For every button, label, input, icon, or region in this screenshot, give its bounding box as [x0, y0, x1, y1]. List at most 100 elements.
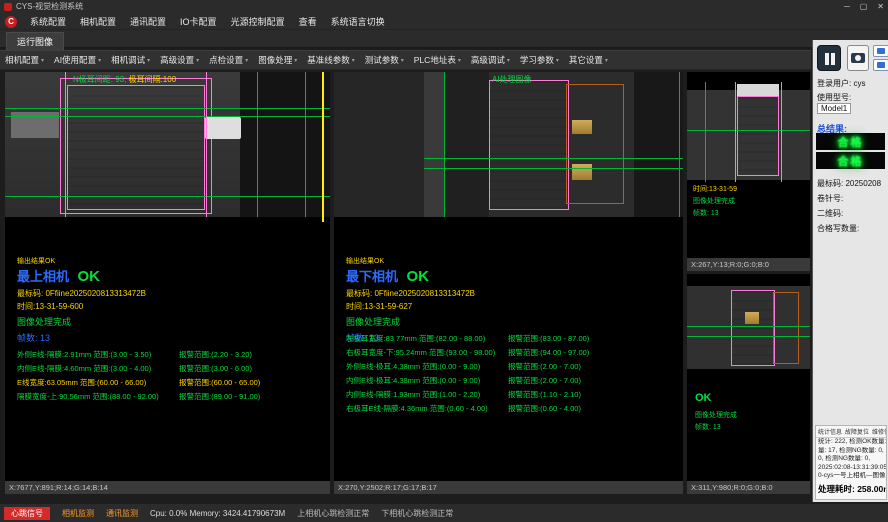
overlay-line — [705, 82, 706, 182]
time-text: 时间:13-31-59-627 — [346, 301, 475, 312]
toolbar-item[interactable]: 图像处理▾ — [253, 54, 302, 66]
pause-icon — [825, 53, 829, 65]
comm-monitor-status: 通讯监测 — [106, 508, 138, 519]
minimize-button[interactable]: ─ — [844, 0, 850, 14]
menu-item[interactable]: 系统语言切换 — [324, 15, 392, 28]
upper-cam-heartbeat: 上相机心跳检测正常 — [297, 508, 369, 519]
app-logo-icon: C — [5, 16, 17, 28]
maximize-button[interactable]: ▢ — [860, 0, 868, 14]
camera-monitor-status: 相机监测 — [62, 508, 94, 519]
cell-region — [67, 85, 205, 210]
thumb-info-line: 图像处理完成 — [693, 196, 737, 208]
measurement-row: 外侧E线-极耳:4.38mm 范围:(0.00 - 9.00) 报警范围:(2.… — [346, 360, 656, 374]
titlebar: CYS-视觉检测系统 ─ ▢ ✕ — [0, 0, 888, 14]
menu-item[interactable]: 查看 — [292, 15, 324, 28]
menu-item[interactable]: 相机配置 — [73, 15, 123, 28]
overlay-line — [679, 72, 680, 217]
overlay-line — [424, 158, 683, 159]
result-output: 输出结果OK — [346, 256, 475, 266]
window-controls: ─ ▢ ✕ — [844, 0, 884, 14]
camera-icon — [851, 53, 865, 63]
panel-field: 卷针号: — [817, 191, 886, 206]
toolbar-item[interactable]: 相机调试▾ — [106, 54, 155, 66]
app-icon — [4, 3, 12, 11]
toolbar-item[interactable]: 点检设置▾ — [204, 54, 253, 66]
pause-icon — [831, 53, 835, 65]
snapshot-button[interactable] — [873, 45, 888, 57]
dropdown-caret-icon: ▾ — [147, 57, 150, 64]
camera-toggle-button[interactable] — [847, 45, 869, 71]
menu-item[interactable]: 通讯配置 — [123, 15, 173, 28]
dropdown-caret-icon: ▾ — [352, 57, 355, 64]
record-button[interactable] — [873, 59, 888, 71]
process-text: 图像处理完成 — [17, 315, 146, 328]
pause-button[interactable] — [817, 45, 841, 71]
overlay-line — [781, 82, 782, 182]
tab-run-image[interactable]: 运行图像 — [6, 32, 64, 51]
barcode-text: 最标码: 0Ffiine2025020813313472B — [17, 288, 146, 299]
dropdown-caret-icon: ▾ — [98, 57, 101, 64]
roi-outline-orange — [566, 84, 624, 204]
camera-name: 最上相机 — [17, 266, 69, 285]
cell-region — [489, 80, 569, 210]
toolbar-item[interactable]: 高级调试▾ — [466, 54, 515, 66]
measurement-row: 隔膜宽度-上:90.56mm 范围:(88.00 - 92.00) 报警范围:(… — [17, 390, 327, 404]
stats-line: 0-cys一号上相机—图像 — [816, 472, 886, 481]
stats-box: 统计信息故障复位维修信息 统计: 222, 检测OK数量:量: 17, 检测NG… — [815, 425, 887, 500]
toolbar-item[interactable]: 基准线参数▾ — [302, 54, 360, 66]
dropdown-caret-icon: ▾ — [294, 57, 297, 64]
time-text: 时间:13-31-59-600 — [17, 301, 146, 312]
model-select[interactable]: Model1 — [817, 103, 851, 114]
toolbar-item[interactable]: AI使用配置▾ — [49, 54, 106, 66]
overlay-line — [5, 196, 330, 197]
login-user-label: 登录用户: — [817, 79, 851, 88]
close-button[interactable]: ✕ — [877, 0, 884, 14]
overlay-line — [424, 168, 683, 169]
dropdown-caret-icon: ▾ — [401, 57, 404, 64]
camera-view-upper[interactable]: N极耳间距: 93; 极耳间隔:100 输出结果OK 最上相机 OK 最标码: … — [5, 72, 330, 481]
result-block: 输出结果OK 最下相机 OK 最标码: 0Ffiine2025020813313… — [346, 256, 475, 344]
window-title: CYS-视觉检测系统 — [16, 2, 83, 11]
toolbar-item[interactable]: 学习参数▾ — [515, 54, 564, 66]
toolbar-item[interactable]: 测试参数▾ — [360, 54, 409, 66]
stats-tab[interactable]: 统计信息 — [818, 427, 842, 436]
toolbar-item[interactable]: 相机配置▾ — [0, 54, 49, 66]
cell-region — [731, 290, 775, 366]
pixel-readout-thumb-bottom: X:311,Y:980;R:0;G:0;B:0 — [687, 481, 810, 494]
camera-thumb-top[interactable]: 时间:13-31-59图像处理完成帧数: 13 — [687, 72, 810, 258]
toolbar-item[interactable]: 其它设置▾ — [564, 54, 613, 66]
measure-label: N极耳间距: 93; 极耳间隔:100 — [73, 74, 176, 85]
measurement-rows: 左极耳宽度:83.77mm 范围:(82.00 - 88.00) 报警范围:(8… — [346, 332, 656, 416]
camera-thumb-bottom[interactable]: OK 图像处理完成帧数: 13 — [687, 274, 810, 481]
stats-tab[interactable]: 维修信息 — [872, 427, 887, 436]
thumb-info-lines: 时间:13-31-59图像处理完成帧数: 13 — [693, 184, 737, 220]
heartbeat-badge: 心跳信号 — [4, 507, 50, 520]
toolbar-item[interactable]: PLC地址表▾ — [409, 54, 466, 66]
barcode-text: 最标码: 0Ffiine2025020813313472B — [346, 288, 475, 299]
measurement-rows: 外侧E线-隔膜:2.91mm 范围:(3.00 - 3.50) 报警范围:(2.… — [17, 348, 327, 404]
overlay-line — [687, 336, 810, 337]
toolbar-item[interactable]: 高级设置▾ — [155, 54, 204, 66]
login-user-value: cys — [853, 79, 865, 88]
camera-image-region — [424, 72, 444, 217]
stats-line: 量: 17, 检测NG数量: 0, — [816, 447, 886, 456]
cpu-memory-status: Cpu: 0.0% Memory: 3424.41790673M — [150, 509, 285, 518]
stats-tab[interactable]: 故障复位 — [845, 427, 869, 436]
toolbar: 相机配置▾ AI使用配置▾ 相机调试▾ 高级设置▾ 点检设置▾ 图像处理▾ 基准… — [0, 50, 811, 70]
login-user-row: 登录用户: cys — [817, 78, 865, 89]
menu-item[interactable]: 光源控制配置 — [224, 15, 292, 28]
camera-name: 最下相机 — [346, 266, 398, 285]
result-block: 输出结果OK 最上相机 OK 最标码: 0Ffiine2025020813313… — [17, 256, 146, 344]
thumb-info-line: 帧数: 13 — [695, 422, 737, 434]
camera-view-lower[interactable]: AI处理图像 输出结果OK 最下相机 OK 最标码: 0Ffiine202502… — [334, 72, 683, 481]
side-panel: 登录用户: cys 使用型号: Model1 总结果: 合格 合格 最标码: 2… — [812, 40, 888, 502]
panel-fields: 最标码: 20250208卷针号:二维码:合格写数量: — [817, 176, 886, 236]
overlay-line — [305, 72, 306, 217]
menu-item[interactable]: 系统配置 — [23, 15, 73, 28]
cell-region — [737, 96, 779, 176]
menu-item[interactable]: IO卡配置 — [173, 15, 224, 28]
model-row: 使用型号: Model1 — [817, 92, 851, 114]
dropdown-caret-icon: ▾ — [507, 57, 510, 64]
measurement-row: 内侧E线-极耳:4.38mm 范围:(0.00 - 9.00) 报警范围:(2.… — [346, 374, 656, 388]
tab-strip: 运行图像 — [0, 30, 888, 48]
